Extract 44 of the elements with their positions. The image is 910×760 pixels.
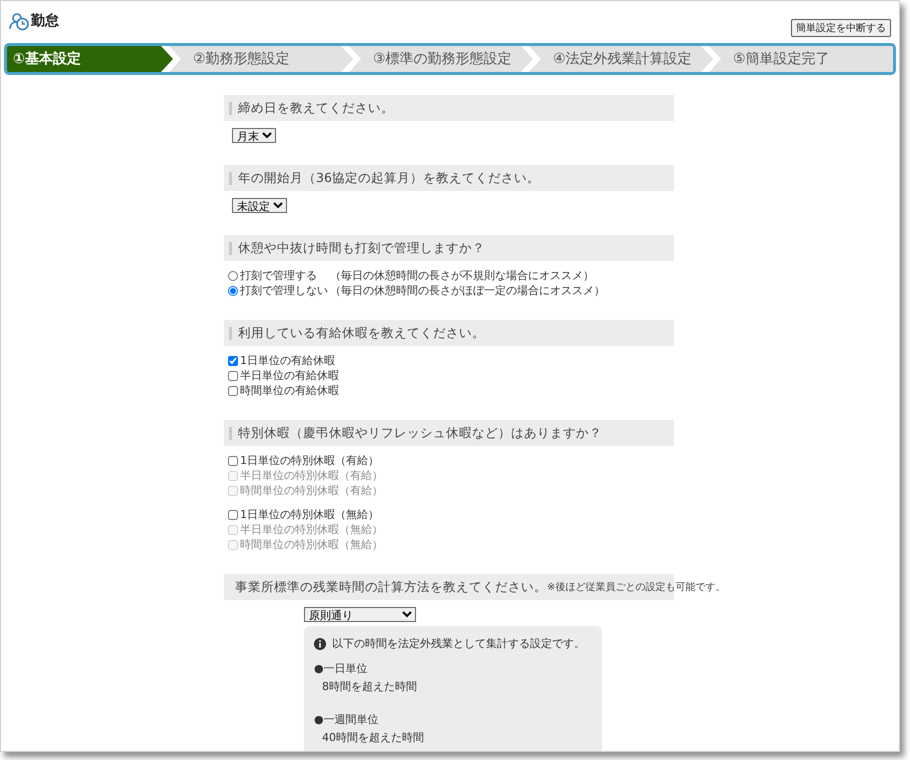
checkbox-label: 1日単位の有給休暇	[240, 354, 335, 368]
question-text: 利用している有給休暇を教えてください。	[238, 324, 485, 342]
question-note: ※後ほど従業員ごとの設定も可能です。	[547, 580, 726, 594]
checkbox-label: 時間単位の特別休暇（無給）	[240, 538, 383, 552]
checkbox-label: 1日単位の特別休暇（有給）	[240, 454, 379, 468]
checkbox-label: 時間単位の特別休暇（有給）	[240, 484, 383, 498]
radio-button[interactable]	[228, 286, 238, 296]
rule-title: ●一日単位	[314, 661, 369, 676]
question-text: 締め日を教えてください。	[238, 100, 394, 116]
checkbox-label: 半日単位の有給休暇	[240, 369, 339, 383]
question-text: 特別休暇（慶弔休暇やリフレッシュ休暇など）はありますか？	[238, 424, 602, 442]
option-hint: （毎日の休憩時間の長さが不規則な場合にオススメ）	[330, 269, 594, 283]
step-tab[interactable]: ③標準の勤務形態設定	[349, 46, 533, 72]
checkbox-label: 半日単位の特別休暇（無給）	[240, 523, 383, 537]
question-text: 事業所標準の残業時間の計算方法を教えてください。	[235, 578, 547, 596]
rule-title: ●一週間単位	[314, 712, 380, 727]
checkbox-label: 時間単位の有給休暇	[240, 384, 339, 398]
step-tab[interactable]: ⑤簡単設定完了	[709, 46, 893, 72]
checkbox[interactable]	[228, 510, 238, 520]
question-text: 年の開始月（36協定の起算月）を教えてください。	[238, 170, 540, 186]
step-tab[interactable]: ④法定外残業計算設定	[529, 46, 713, 72]
rule-detail: 8時間を超えた時間	[321, 679, 418, 694]
step-tab[interactable]: ②勤務形態設定	[169, 46, 353, 72]
info-text: 以下の時間を法定外残業として集計する設定です。	[332, 636, 585, 651]
clock-person-icon	[9, 11, 29, 31]
step-tab[interactable]: ①基本設定	[7, 46, 173, 72]
stop-setup-button[interactable]: 簡単設定を中断する	[791, 19, 891, 37]
checkbox[interactable]	[228, 356, 238, 366]
app-title: 勤怠	[31, 12, 59, 30]
checkbox-label: 1日単位の特別休暇（無給）	[240, 508, 379, 522]
checkbox-label: 半日単位の特別休暇（有給）	[240, 469, 383, 483]
question-text: 休憩や中抜け時間も打刻で管理しますか？	[238, 240, 485, 256]
info-icon	[314, 638, 326, 650]
option-hint: （毎日の休憩時間の長さがほぼ一定の場合にオススメ）	[330, 284, 605, 298]
dropdown-select[interactable]: 月末	[232, 128, 276, 143]
radio-button[interactable]	[228, 271, 238, 281]
checkbox[interactable]	[228, 456, 238, 466]
rule-detail: 40時間を超えた時間	[321, 730, 425, 745]
option-label: 打刻で管理する	[240, 269, 318, 283]
option-label: 打刻で管理しない	[240, 284, 329, 298]
checkbox[interactable]	[228, 386, 238, 396]
checkbox[interactable]	[228, 371, 238, 381]
dropdown-select[interactable]: 未設定	[232, 198, 287, 213]
method-select[interactable]: 原則通り	[304, 607, 416, 622]
